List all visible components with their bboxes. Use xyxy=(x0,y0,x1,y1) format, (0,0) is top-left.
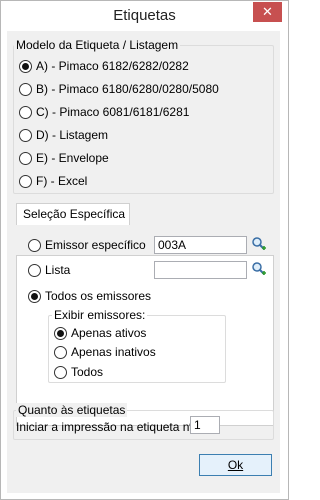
tab-selecao-especifica[interactable]: Seleção Específica xyxy=(16,203,130,225)
window-title: Etiquetas xyxy=(113,7,176,24)
radio-label: Apenas inativos xyxy=(71,345,156,359)
quanto-legend: Quanto às etiquetas xyxy=(16,403,128,417)
radio-modelo-b[interactable]: B) - Pimaco 6180/6280/0280/5080 xyxy=(19,81,219,97)
radio-todos[interactable]: Todos xyxy=(54,364,103,380)
close-icon: ✕ xyxy=(262,4,273,19)
radio-modelo-d[interactable]: D) - Listagem xyxy=(19,127,108,143)
tab-label: Seleção Específica xyxy=(23,207,126,221)
search-icon[interactable] xyxy=(251,261,267,277)
radio-label: Lista xyxy=(45,263,71,277)
radio-modelo-a[interactable]: A) - Pimaco 6182/6282/0282 xyxy=(19,58,189,74)
title-bar: Etiquetas ✕ xyxy=(1,1,288,32)
radio-modelo-e[interactable]: E) - Envelope xyxy=(19,150,109,166)
radio-label: C) - Pimaco 6081/6181/6281 xyxy=(36,105,190,119)
radio-label: B) - Pimaco 6180/6280/0280/5080 xyxy=(36,82,219,96)
radio-label: A) - Pimaco 6182/6282/0282 xyxy=(36,59,189,73)
radio-lista[interactable]: Lista xyxy=(28,262,70,278)
search-icon[interactable] xyxy=(251,236,267,252)
radio-indicator xyxy=(19,174,32,188)
radio-todos-emissores[interactable]: Todos os emissores xyxy=(28,288,151,304)
radio-emissor-especifico[interactable]: Emissor específico xyxy=(28,237,146,253)
radio-indicator xyxy=(19,59,32,73)
radio-label: Todos os emissores xyxy=(45,289,152,303)
radio-indicator xyxy=(54,345,67,359)
radio-indicator xyxy=(28,289,41,303)
dialog-client: Modelo da Etiqueta / Listagem A) - Pimac… xyxy=(7,31,280,493)
radio-modelo-c[interactable]: C) - Pimaco 6081/6181/6281 xyxy=(19,104,189,120)
radio-indicator xyxy=(28,263,41,277)
lista-input[interactable] xyxy=(154,261,247,279)
modelo-legend: Modelo da Etiqueta / Listagem xyxy=(14,38,181,52)
radio-indicator xyxy=(19,82,32,96)
radio-indicator xyxy=(19,105,32,119)
radio-label: E) - Envelope xyxy=(36,151,109,165)
radio-apenas-inativos[interactable]: Apenas inativos xyxy=(54,344,156,360)
radio-label: Emissor específico xyxy=(45,238,146,252)
radio-modelo-f[interactable]: F) - Excel xyxy=(19,173,87,189)
radio-indicator xyxy=(28,238,41,252)
radio-indicator xyxy=(54,365,67,379)
radio-label: Apenas ativos xyxy=(71,326,147,340)
radio-label: D) - Listagem xyxy=(36,128,109,142)
radio-indicator xyxy=(19,151,32,165)
radio-label: Todos xyxy=(71,365,104,379)
radio-label: F) - Excel xyxy=(36,174,88,188)
radio-apenas-ativos[interactable]: Apenas ativos xyxy=(54,325,146,341)
iniciar-label: Iniciar a impressão na etiqueta nº xyxy=(16,420,194,434)
emissor-input[interactable] xyxy=(154,236,247,254)
iniciar-input[interactable] xyxy=(190,416,220,434)
close-button[interactable]: ✕ xyxy=(253,2,282,22)
radio-indicator xyxy=(54,326,67,340)
radio-indicator xyxy=(19,128,32,142)
exibir-legend: Exibir emissores: xyxy=(52,308,148,322)
ok-button[interactable]: Ok xyxy=(199,454,272,476)
